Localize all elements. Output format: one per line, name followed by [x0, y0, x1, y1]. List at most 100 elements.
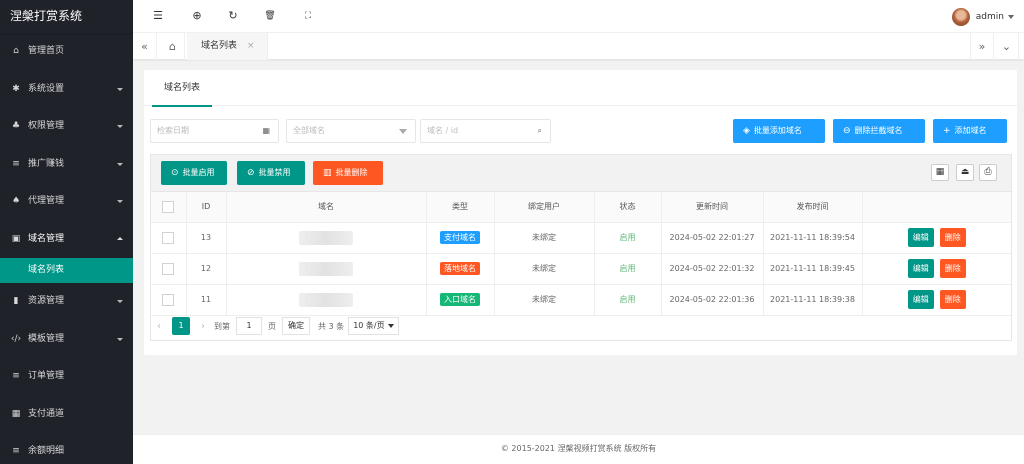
user-menu[interactable]: admin: [951, 7, 1014, 27]
edit-button[interactable]: 编辑: [907, 259, 934, 278]
sidebar-item[interactable]: ▣ 域名管理: [0, 221, 133, 259]
group-icon: ♠: [11, 196, 21, 206]
delete-button[interactable]: 删除: [939, 290, 966, 309]
sidebar-item[interactable]: ⌂ 管理首页: [0, 33, 133, 71]
fullscreen-icon[interactable]: ⛶: [301, 9, 315, 23]
prev-page-icon[interactable]: ‹: [152, 321, 166, 332]
next-page-icon[interactable]: ›: [196, 321, 210, 332]
row-id: 13: [186, 222, 227, 254]
sidebar-item[interactable]: ≡ 订单管理: [0, 358, 133, 396]
card-tab-domain-list[interactable]: 域名列表: [152, 70, 213, 107]
batch-add-domain-button[interactable]: ◈ 批量添加域名: [733, 119, 825, 143]
tabs-bar: « ⌂ 域名列表 × » ⌄: [133, 33, 1024, 60]
menu-collapse-icon[interactable]: ☰: [151, 9, 165, 23]
domain-type-select[interactable]: 全部域名: [286, 119, 416, 143]
select-all-checkbox[interactable]: [151, 192, 187, 223]
add-domain-button[interactable]: + 添加域名: [933, 119, 1007, 143]
sidebar-item-label: 代理管理: [28, 196, 65, 206]
sidebar-nav: ⌂ 管理首页 ✱ 系统设置 ♣ 权限管理 ≡ 推广赚钱 ♠ 代理管理 ▣ 域名管理 域名列表 ▮ 资源管理 ‹…: [0, 33, 133, 464]
row-user: 未绑定: [494, 222, 595, 254]
sidebar-item-label: 支付通道: [28, 408, 65, 419]
row-status: 启用: [594, 253, 662, 285]
sidebar-item[interactable]: ♣ 权限管理: [0, 108, 133, 146]
sidebar-item[interactable]: ≡ 推广赚钱: [0, 146, 133, 184]
chevron-down-icon: [387, 324, 394, 328]
edit-button[interactable]: 编辑: [907, 228, 934, 247]
sidebar: 涅槃打赏系统 ⌂ 管理首页 ✱ 系统设置 ♣ 权限管理 ≡ 推广赚钱 ♠ 代理管理 ▣ 域名管理 域名列…: [0, 0, 133, 464]
row-domain: [226, 284, 427, 316]
home-tab-icon[interactable]: ⌂: [161, 33, 185, 60]
tabs-scroll-right-icon[interactable]: »: [970, 33, 994, 60]
row-type: 入口域名: [426, 284, 495, 316]
row-updated: 2024-05-02 22:01:27: [661, 222, 764, 254]
chevron-down-icon: [117, 125, 123, 128]
sidebar-item[interactable]: ✱ 系统设置: [0, 71, 133, 109]
row-updated: 2024-05-02 22:01:32: [661, 253, 764, 285]
row-user: 未绑定: [494, 284, 595, 316]
col-header-user: 绑定用户: [494, 192, 595, 223]
columns-filter-icon[interactable]: ▦: [931, 164, 949, 181]
trash-icon[interactable]: 🗑: [263, 9, 277, 23]
chevron-down-icon: [117, 300, 123, 303]
redacted-domain: [299, 292, 353, 307]
gear-icon: ✱: [12, 83, 20, 94]
sidebar-item[interactable]: ♠ 代理管理: [0, 183, 133, 221]
users-icon: ♣: [11, 121, 21, 131]
sidebar-item-label: 推广赚钱: [28, 158, 65, 169]
col-header-status: 状态: [594, 192, 662, 223]
sidebar-item[interactable]: ‹/› 模板管理: [0, 321, 133, 359]
sidebar-item[interactable]: ≡ 余额明细: [0, 433, 133, 464]
globe-icon[interactable]: ⊕: [190, 9, 204, 23]
sidebar-item-label: 余额明细: [28, 446, 65, 456]
total-count: 共 3 条: [318, 321, 345, 331]
refresh-icon[interactable]: ↻: [226, 9, 240, 23]
chevron-down-icon: [1008, 15, 1014, 19]
top-header: ☰ ⊕ ↻ 🗑 ⛶ admin: [133, 0, 1024, 33]
row-id: 12: [186, 253, 227, 285]
sidebar-item-label: 系统设置: [28, 83, 65, 94]
sidebar-subitem-domain-list[interactable]: 域名列表: [0, 258, 133, 283]
pagination: ‹ 1 › 到第 1 页 确定 共 3 条 10 条/页: [152, 317, 399, 335]
row-id: 11: [186, 284, 227, 316]
page-number-input[interactable]: 1: [236, 317, 262, 335]
tabs-menu-chevron-icon[interactable]: ⌄: [995, 33, 1019, 60]
ban-icon: ⊘: [247, 168, 255, 178]
table-row: 13 支付域名 未绑定 启用 2024-05-02 22:01:27 2021-11-11…: [151, 222, 1011, 254]
row-checkbox[interactable]: [151, 253, 187, 285]
delete-button[interactable]: 删除: [939, 228, 966, 247]
sidebar-item[interactable]: ▮ 资源管理: [0, 283, 133, 321]
app-title: 涅槃打赏系统: [0, 0, 133, 33]
chevron-down-icon: [399, 129, 407, 134]
batch-delete-button[interactable]: ▥ 批量删除: [313, 161, 383, 185]
sidebar-item-label: 资源管理: [28, 296, 65, 306]
row-user: 未绑定: [494, 253, 595, 285]
batch-enable-button[interactable]: ⊙ 批量启用: [161, 161, 227, 185]
print-icon[interactable]: ⎙: [979, 164, 997, 181]
page-1[interactable]: 1: [172, 317, 190, 335]
chevron-down-icon: [117, 337, 123, 341]
tab-domain-list[interactable]: 域名列表 ×: [187, 33, 268, 60]
col-header-domain: 域名: [226, 192, 427, 223]
date-filter-input[interactable]: 检索日期 ▦: [150, 119, 279, 143]
batch-disable-button[interactable]: ⊘ 批量禁用: [237, 161, 305, 185]
delete-blocked-domain-button[interactable]: ⊖ 删除拦截域名: [833, 119, 925, 143]
close-icon[interactable]: ×: [247, 41, 255, 51]
sidebar-item[interactable]: ▦ 支付通道: [0, 396, 133, 434]
search-icon[interactable]: ⌕: [538, 120, 542, 142]
export-icon[interactable]: ⏏: [956, 164, 974, 181]
edit-button[interactable]: 编辑: [907, 290, 934, 309]
row-domain: [226, 222, 427, 254]
row-checkbox[interactable]: [151, 222, 187, 254]
page-size-select[interactable]: 10 条/页: [348, 317, 399, 335]
tabs-scroll-left-icon[interactable]: «: [133, 33, 157, 60]
redacted-domain: [299, 261, 353, 276]
sidebar-item-label: 管理首页: [28, 46, 65, 56]
plus-icon: +: [943, 126, 951, 136]
row-checkbox[interactable]: [151, 284, 187, 316]
calendar-icon: ▦: [262, 126, 270, 135]
chevron-down-icon: [117, 87, 123, 91]
col-header-actions: [862, 192, 1011, 223]
confirm-page-button[interactable]: 确定: [282, 317, 310, 335]
search-input[interactable]: 域名 / id ⌕: [420, 119, 551, 143]
delete-button[interactable]: 删除: [939, 259, 966, 278]
